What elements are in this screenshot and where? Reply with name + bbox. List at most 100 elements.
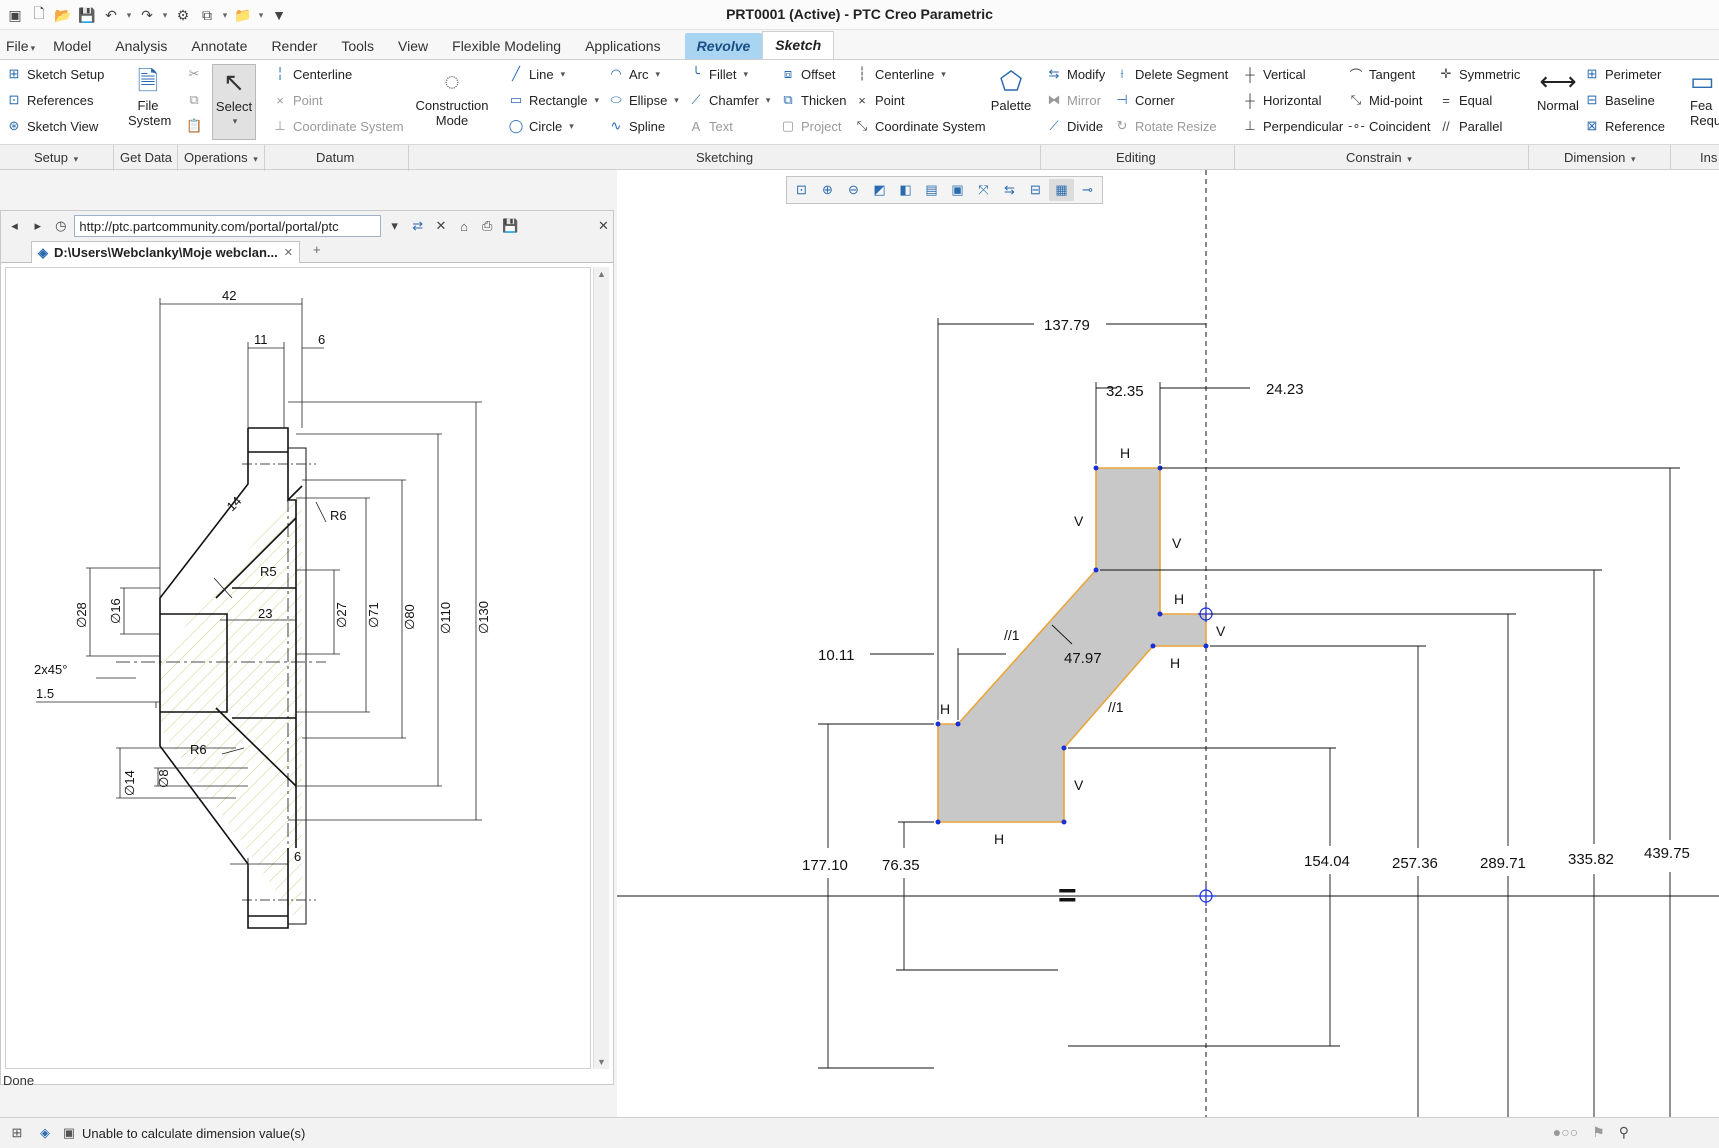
print-icon[interactable]: ⎙ — [478, 216, 497, 236]
dim-177-10[interactable]: 177.10 — [802, 857, 848, 874]
close-window-icon[interactable]: 📁 — [232, 4, 254, 26]
sketch-view-icon[interactable]: ⊟ — [1023, 179, 1048, 201]
modify-button[interactable]: ⇆ Modify — [1046, 63, 1106, 85]
palette-button[interactable]: ⬠ Palette — [986, 64, 1036, 113]
undo-icon[interactable]: ↶ — [100, 4, 122, 26]
rectangle-button[interactable]: ▭ Rectangle ▾ — [508, 89, 599, 111]
dim-289-71[interactable]: 289.71 — [1480, 855, 1526, 872]
datum-display-icon[interactable]: ⤧ — [971, 179, 996, 201]
references-button[interactable]: ⊡ References — [6, 89, 94, 111]
refit-icon[interactable]: ⊡ — [789, 179, 814, 201]
url-dropdown-icon[interactable]: ▾ — [385, 216, 404, 236]
history-icon[interactable]: ◷ — [51, 216, 70, 236]
group-dimension[interactable]: Dimension ▾ — [1564, 150, 1636, 165]
constraint-v-bottom[interactable]: V — [1074, 777, 1084, 793]
normal-dimension-button[interactable]: ⟷ Normal — [1534, 64, 1582, 113]
tab-flexible-modeling[interactable]: Flexible Modeling — [440, 33, 573, 59]
sketch-centerline-button[interactable]: ┆ Centerline ▾ — [854, 63, 946, 85]
equal-button[interactable]: = Equal — [1438, 89, 1492, 111]
equal-constraint-symbol[interactable]: = — [1058, 877, 1077, 913]
offset-button[interactable]: ⧈ Offset — [780, 63, 836, 85]
group-operations[interactable]: Operations ▾ — [184, 150, 258, 165]
chamfer-button[interactable]: ⟋ Chamfer ▾ — [688, 89, 770, 111]
dim-257-36[interactable]: 257.36 — [1392, 855, 1438, 872]
datum-point-button[interactable]: × Point — [272, 89, 322, 111]
sketch-coordinate-system-button[interactable]: ⤡ Coordinate System — [854, 115, 986, 137]
tab-revolve[interactable]: Revolve — [684, 33, 763, 59]
sketch-svg[interactable]: 137.79 32.35 24.23 10.11 47.97 177.10 76… — [617, 170, 1719, 1117]
paste-icon[interactable]: 📋 — [186, 115, 202, 137]
browser-toggle-icon[interactable]: ◈ — [34, 1122, 56, 1144]
spin-center-icon[interactable]: ⊸ — [1075, 179, 1100, 201]
perpendicular-button[interactable]: ⊥ Perpendicular — [1242, 115, 1343, 137]
rotate-resize-button[interactable]: ↻ Rotate Resize — [1114, 115, 1217, 137]
zoom-out-icon[interactable]: ⊖ — [841, 179, 866, 201]
annotation-display-icon[interactable]: ⇆ — [997, 179, 1022, 201]
scroll-down-icon[interactable]: ▼ — [594, 1057, 609, 1067]
save-icon[interactable]: 💾 — [76, 4, 98, 26]
sketch-setup-button[interactable]: ⊞ Sketch Setup — [6, 63, 105, 85]
group-constrain[interactable]: Constrain ▾ — [1346, 150, 1412, 165]
display-style-icon[interactable]: ◧ — [893, 179, 918, 201]
home-icon[interactable]: ⌂ — [454, 216, 473, 236]
redo-dropdown-icon[interactable]: ▾ — [160, 4, 170, 26]
constraint-v-left[interactable]: V — [1074, 513, 1084, 529]
constraint-v-right[interactable]: V — [1172, 535, 1182, 551]
url-input[interactable] — [74, 215, 382, 237]
saved-views-icon[interactable]: ▤ — [919, 179, 944, 201]
datum-coordinate-system-button[interactable]: ⊥ Coordinate System — [272, 115, 403, 137]
redo-icon[interactable]: ↷ — [136, 4, 158, 26]
thicken-button[interactable]: ⧉ Thicken — [780, 89, 846, 111]
baseline-button[interactable]: ⊟ Baseline — [1584, 89, 1655, 111]
stop-icon[interactable]: ✕ — [431, 216, 450, 236]
constraint-h-bottom[interactable]: H — [994, 831, 1004, 847]
open-icon[interactable]: 📂 — [52, 4, 74, 26]
dim-24-23[interactable]: 24.23 — [1266, 381, 1304, 398]
tab-model[interactable]: Model — [41, 33, 103, 59]
text-button[interactable]: A Text — [688, 115, 733, 137]
save-page-icon[interactable]: 💾 — [501, 216, 520, 236]
constraint-h-lower[interactable]: H — [1170, 655, 1180, 671]
construction-mode-button[interactable]: ◌ Construction Mode — [414, 64, 490, 128]
perimeter-button[interactable]: ⊞ Perimeter — [1584, 63, 1662, 85]
customize-icon[interactable]: ▼ — [268, 4, 290, 26]
browser-tab[interactable]: ◈ D:\Users\Webclanky\Moje webclan... ✕ — [31, 241, 300, 263]
tab-applications[interactable]: Applications — [573, 33, 673, 59]
close-dropdown-icon[interactable]: ▾ — [256, 4, 266, 26]
regenerate-icon[interactable]: ⚙ — [172, 4, 194, 26]
symmetric-button[interactable]: ✛ Symmetric — [1438, 63, 1521, 85]
browser-scrollbar[interactable]: ▲ ▼ — [593, 267, 609, 1069]
dim-335-82[interactable]: 335.82 — [1568, 851, 1614, 868]
group-setup[interactable]: Setup ▾ — [34, 150, 78, 165]
project-button[interactable]: ▢ Project — [780, 115, 842, 137]
line-button[interactable]: ╱ Line ▾ — [508, 63, 565, 85]
midpoint-button[interactable]: ⤡ Mid-point — [1348, 89, 1423, 111]
circle-button[interactable]: ◯ Circle ▾ — [508, 115, 574, 137]
ellipse-button[interactable]: ⬭ Ellipse ▾ — [608, 89, 678, 111]
app-icon[interactable]: ▣ — [4, 4, 26, 26]
windows-icon[interactable]: ⧉ — [196, 4, 218, 26]
constraint-parallel-1[interactable]: //1 — [1004, 627, 1020, 643]
tab-render[interactable]: Render — [259, 33, 329, 59]
zoom-in-icon[interactable]: ⊕ — [815, 179, 840, 201]
scroll-up-icon[interactable]: ▲ — [594, 269, 609, 279]
tab-analysis[interactable]: Analysis — [103, 33, 179, 59]
windows-dropdown-icon[interactable]: ▾ — [220, 4, 230, 26]
parallel-button[interactable]: // Parallel — [1438, 115, 1502, 137]
copy-icon[interactable]: ⧉ — [186, 89, 202, 111]
sketch-point-button[interactable]: × Point — [854, 89, 904, 111]
dim-154-04[interactable]: 154.04 — [1304, 853, 1350, 870]
tab-sketch[interactable]: Sketch — [762, 31, 835, 59]
dim-47-97[interactable]: 47.97 — [1064, 650, 1102, 667]
refresh-icon[interactable]: ⇄ — [408, 216, 427, 236]
tab-tools[interactable]: Tools — [329, 33, 386, 59]
divide-button[interactable]: ⟋ Divide — [1046, 115, 1103, 137]
datum-centerline-button[interactable]: ╎ Centerline — [272, 63, 352, 85]
constraint-parallel-2[interactable]: //1 — [1108, 699, 1124, 715]
repaint-icon[interactable]: ◩ — [867, 179, 892, 201]
reference-button[interactable]: ⊠ Reference — [1584, 115, 1665, 137]
corner-button[interactable]: ⊣ Corner — [1114, 89, 1174, 111]
dim-32-35[interactable]: 32.35 — [1106, 383, 1144, 400]
dim-439-75[interactable]: 439.75 — [1644, 845, 1690, 862]
mirror-button[interactable]: ⧓ Mirror — [1046, 89, 1101, 111]
